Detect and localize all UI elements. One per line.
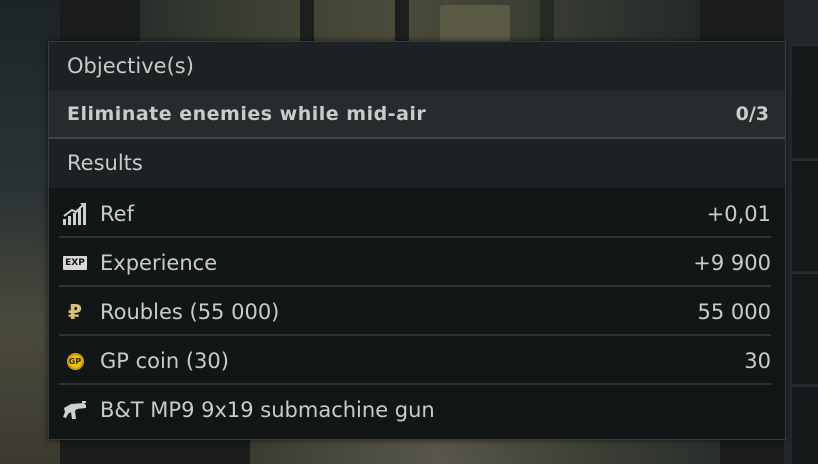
rouble-icon: ₽ [59,300,91,324]
results-heading: Results [49,139,785,188]
gp-coin-glyph: GP [66,352,84,370]
side-card[interactable] [792,273,818,384]
result-label: B&T MP9 9x19 submachine gun [100,398,435,422]
result-value: +9 900 [693,251,771,275]
background-bottom [250,440,720,464]
side-card[interactable] [792,160,818,271]
side-card[interactable] [792,386,818,464]
result-row-ref: Ref +0,01 [59,189,771,238]
result-label: Experience [100,251,218,275]
background-side-panel [784,0,818,464]
quest-tooltip-panel: Objective(s) Eliminate enemies while mid… [48,41,786,440]
result-value: 55 000 [697,300,771,324]
exp-badge-text: EXP [63,256,87,270]
submachine-gun-icon [59,398,91,422]
result-value: 30 [744,349,771,373]
result-label: Ref [100,202,134,226]
objective-item: Eliminate enemies while mid-air 0/3 [49,91,785,139]
exp-badge-icon: EXP [59,251,91,275]
reputation-chart-icon [59,202,91,226]
result-row-roubles: ₽ Roubles (55 000) 55 000 [59,287,771,336]
rouble-glyph: ₽ [68,300,82,324]
objectives-heading: Objective(s) [49,42,785,91]
results-list: Ref +0,01 EXP Experience +9 900 ₽ Rouble… [59,189,771,434]
background-character-gear [140,0,700,45]
result-row-gp-coin: GP GP coin (30) 30 [59,336,771,385]
gp-coin-icon: GP [59,349,91,373]
result-label: GP coin (30) [100,349,229,373]
result-row-experience: EXP Experience +9 900 [59,238,771,287]
objective-progress: 0/3 [735,103,769,125]
result-label: Roubles (55 000) [100,300,280,324]
result-row-weapon: B&T MP9 9x19 submachine gun [59,385,771,434]
objective-text: Eliminate enemies while mid-air [67,103,427,125]
result-value: +0,01 [706,202,771,226]
side-card[interactable] [792,45,818,158]
